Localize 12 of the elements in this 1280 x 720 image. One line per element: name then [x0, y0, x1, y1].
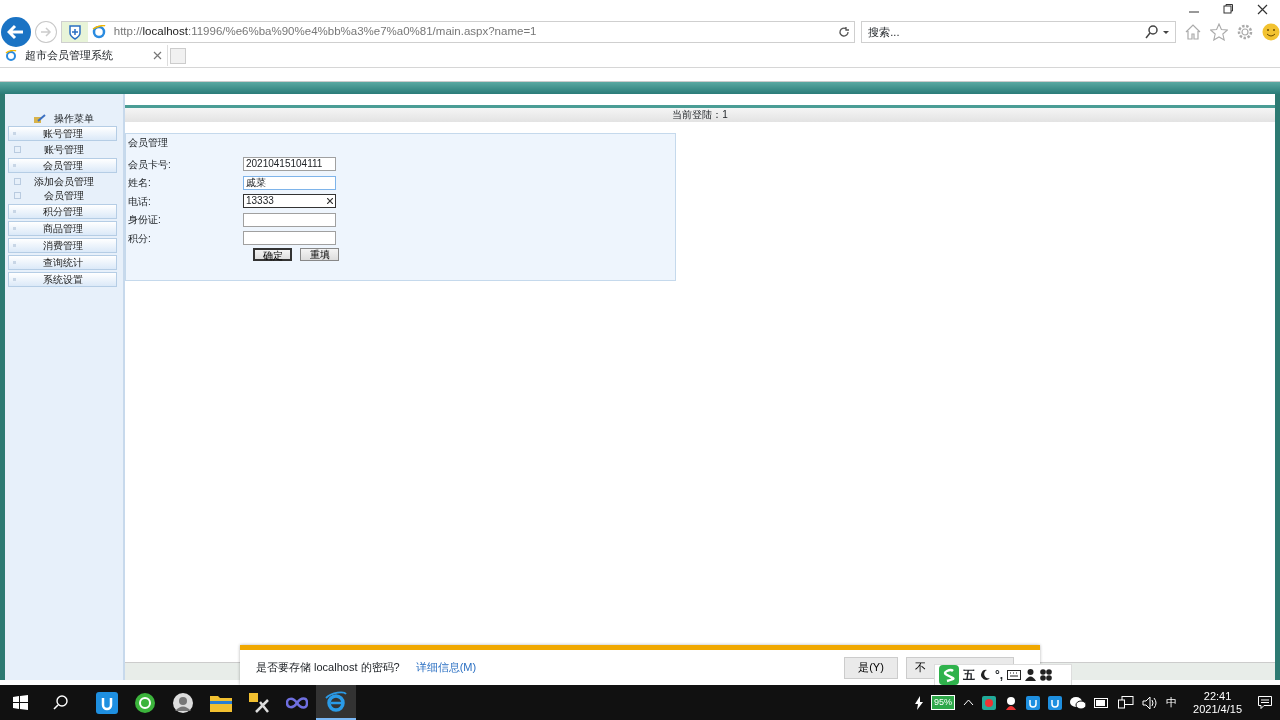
field-label: 身份证:: [128, 213, 162, 228]
form-title: 会员管理: [128, 136, 169, 150]
field-label: 姓名:: [128, 176, 152, 191]
field-label: 电话:: [128, 194, 152, 209]
login-status: 当前登陆：1: [672, 109, 728, 120]
field-label: 会员卡号:: [128, 157, 172, 172]
field-label: 积分:: [128, 231, 152, 246]
search-placeholder: 搜索...: [868, 24, 900, 40]
url-text: http://localhost:11996/%e6%ba%90%e4%bb%a3%e7%a0%81/main.aspx?name=1: [113, 24, 537, 40]
battery-level: 95%: [931, 694, 956, 711]
menu-title: 操作菜单: [54, 112, 94, 126]
notification-message: 是否要存储 localhost 的密码?: [256, 660, 400, 676]
